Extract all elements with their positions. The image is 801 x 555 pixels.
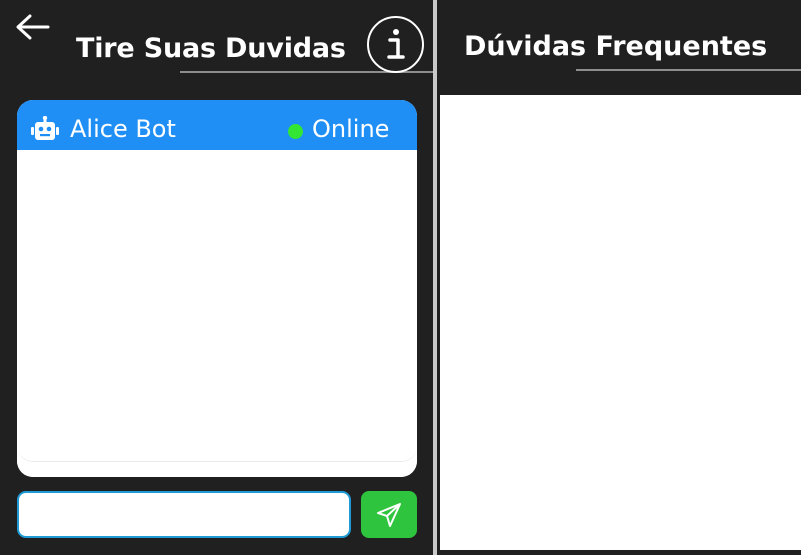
message-input[interactable]	[17, 491, 351, 538]
send-icon	[377, 503, 401, 527]
info-button[interactable]	[367, 16, 424, 73]
chat-section: Tire Suas Duvidas Alice Bot Online	[0, 0, 433, 555]
info-icon	[387, 29, 405, 59]
app-window: Tire Suas Duvidas Alice Bot Online Dúvid…	[0, 0, 801, 555]
online-status-label: Online	[312, 115, 390, 143]
chat-messages-edge	[17, 432, 417, 462]
bot-name: Alice Bot	[70, 115, 176, 143]
faq-section: Dúvidas Frequentes	[437, 0, 801, 555]
send-button[interactable]	[361, 491, 417, 538]
chat-messages-area[interactable]	[17, 150, 417, 477]
faq-title-underline	[576, 69, 801, 71]
chat-header: Alice Bot Online	[17, 100, 417, 150]
online-status-dot	[288, 124, 303, 139]
arrow-left-icon	[16, 14, 50, 40]
robot-icon	[31, 116, 59, 140]
faq-list	[440, 95, 801, 550]
chat-window: Alice Bot Online	[17, 100, 417, 477]
chat-title: Tire Suas Duvidas	[76, 33, 346, 64]
faq-title: Dúvidas Frequentes	[464, 31, 768, 62]
back-button[interactable]	[14, 12, 50, 42]
